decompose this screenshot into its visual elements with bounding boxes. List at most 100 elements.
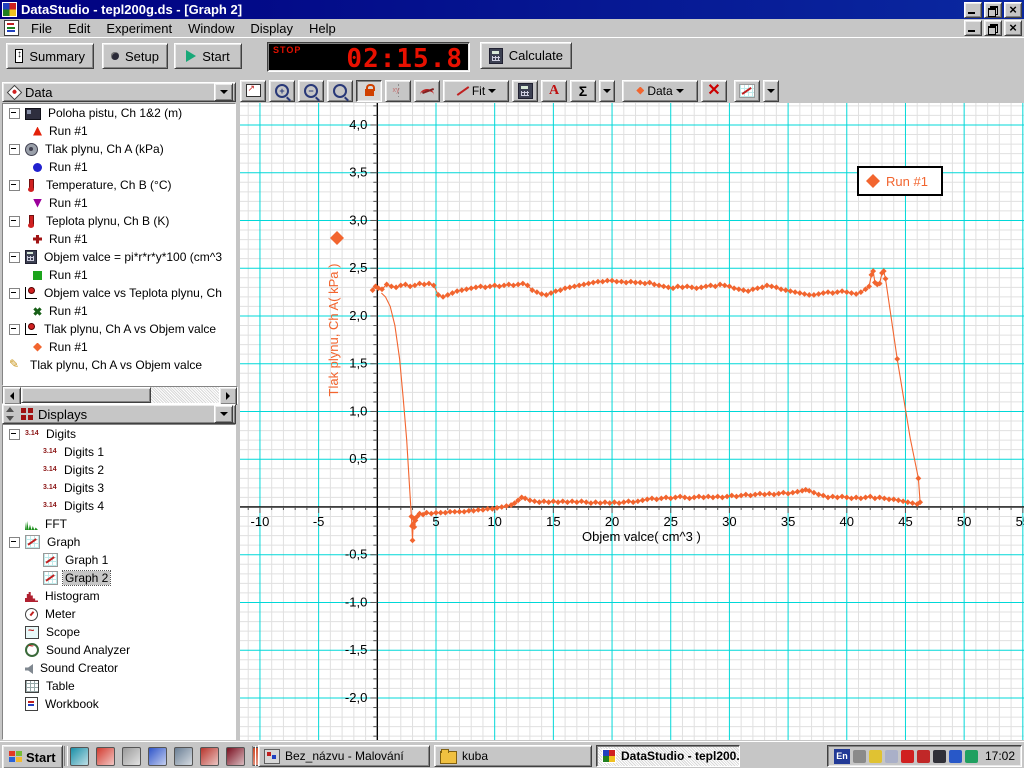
tree-item[interactable]: Histogram <box>3 587 235 605</box>
security-icon[interactable] <box>916 749 930 763</box>
data-panel-menu-button[interactable] <box>214 83 233 101</box>
volume-icon[interactable] <box>852 749 866 763</box>
summary-button[interactable]: Summary <box>6 43 94 69</box>
tree-item[interactable]: Digits <box>3 425 235 443</box>
task-button-folder[interactable]: kuba <box>434 745 592 767</box>
menu-item-edit[interactable]: Edit <box>60 19 98 38</box>
restore-button[interactable] <box>984 1 1002 18</box>
statistics-button[interactable]: Σ <box>570 79 596 102</box>
mdi-minimize-button[interactable] <box>964 20 982 36</box>
scale-to-fit-button[interactable] <box>240 79 266 102</box>
tree-item[interactable]: Digits 1 <box>3 443 235 461</box>
close-button[interactable] <box>1004 1 1022 18</box>
tree-item[interactable]: Graph 1 <box>3 551 235 569</box>
setup-button[interactable]: Setup <box>102 43 168 69</box>
data-panel-hscrollbar[interactable] <box>2 386 238 405</box>
start-menu-button[interactable]: Start <box>2 745 63 768</box>
start-button[interactable]: Start <box>174 43 242 69</box>
statistics-menu-button[interactable] <box>599 79 615 102</box>
opera-icon[interactable] <box>226 747 245 766</box>
ati-icon[interactable] <box>900 749 914 763</box>
expand-minus-icon[interactable] <box>9 107 20 119</box>
zoom-in-button[interactable]: + <box>269 79 295 102</box>
expand-minus-icon[interactable] <box>9 287 20 299</box>
text-annotation-button[interactable]: A <box>541 79 567 102</box>
tree-item[interactable]: Table <box>3 677 235 695</box>
expand-minus-icon[interactable] <box>9 428 20 440</box>
pen-icon[interactable] <box>148 747 167 766</box>
tree-item[interactable]: Workbook <box>3 695 235 713</box>
tree-item[interactable]: Run #1 <box>3 266 235 284</box>
delete-button[interactable]: ✕ <box>701 79 727 102</box>
data-panel-header[interactable]: Data <box>2 82 236 102</box>
expand-minus-icon[interactable] <box>9 179 20 191</box>
display-settings-icon[interactable] <box>868 749 882 763</box>
calculator-icon[interactable] <box>174 747 193 766</box>
fit-menu-button[interactable]: Fit <box>443 79 509 102</box>
tree-item[interactable]: Meter <box>3 605 235 623</box>
scheduler-icon[interactable] <box>884 749 898 763</box>
tree-item[interactable]: Scope <box>3 623 235 641</box>
menu-item-experiment[interactable]: Experiment <box>98 19 180 38</box>
smart-tool-button[interactable] <box>356 79 382 102</box>
slope-tool-button[interactable] <box>414 79 440 102</box>
scroll-left-button[interactable] <box>3 387 21 405</box>
legend[interactable]: Run #1 <box>857 166 943 196</box>
graph-plot-area[interactable]: -10 -5 5 10 15 20 25 30 35 40 45 50 55 -2,0 -1,5 -1,0 -0… <box>240 103 1024 741</box>
menu-item-help[interactable]: Help <box>301 19 344 38</box>
tree-item[interactable]: Run #1 <box>3 302 235 320</box>
graph-settings-button[interactable] <box>734 79 760 102</box>
menu-item-window[interactable]: Window <box>180 19 242 38</box>
tree-item[interactable]: Temperature, Ch B (°C) <box>3 176 235 194</box>
document-icon[interactable] <box>4 20 19 36</box>
tree-item[interactable]: Digits 2 <box>3 461 235 479</box>
scrollbar-thumb[interactable] <box>21 387 151 403</box>
bird-icon[interactable] <box>122 747 141 766</box>
tree-item[interactable]: Graph 2 <box>3 569 235 587</box>
dragon-icon[interactable] <box>200 747 219 766</box>
expand-minus-icon[interactable] <box>9 536 20 548</box>
xy-tool-button[interactable] <box>385 79 411 102</box>
tree-item[interactable]: Objem valce = pi*r*r*y*100 (cm^3 <box>3 248 235 266</box>
calculate-button[interactable]: Calculate <box>480 42 572 69</box>
tree-item[interactable]: Poloha pistu, Ch 1&2 (m) <box>3 104 235 122</box>
task-button-datastudio[interactable]: DataStudio - tepl200... <box>596 745 740 767</box>
zoom-select-button[interactable] <box>327 79 353 102</box>
tree-item[interactable]: Digits 4 <box>3 497 235 515</box>
tree-item[interactable]: Teplota plynu, Ch B (K) <box>3 212 235 230</box>
tree-item[interactable]: Digits 3 <box>3 479 235 497</box>
graph-settings-menu-button[interactable] <box>763 79 779 102</box>
desktop-icon[interactable] <box>70 747 89 766</box>
tree-item[interactable]: Run #1 <box>3 158 235 176</box>
displays-panel-menu-button[interactable] <box>214 405 233 423</box>
mdi-close-button[interactable] <box>1004 20 1022 36</box>
language-indicator[interactable]: En <box>833 748 850 764</box>
power-icon[interactable] <box>932 749 946 763</box>
tree-item[interactable]: Sound Creator <box>3 659 235 677</box>
tree-item[interactable]: Objem valce vs Teplota plynu, Ch <box>3 284 235 302</box>
tree-item[interactable]: Tlak plynu, Ch A (kPa) <box>3 140 235 158</box>
tree-item[interactable]: Run #1 <box>3 338 235 356</box>
expand-minus-icon[interactable] <box>9 251 20 263</box>
task-button-paint[interactable]: Bez_názvu - Malování <box>258 745 430 767</box>
tree-item[interactable]: Run #1 <box>3 122 235 140</box>
tree-item[interactable]: Tlak plynu, Ch A vs Objem valce <box>3 356 235 374</box>
menu-item-display[interactable]: Display <box>242 19 301 38</box>
title-bar[interactable]: DataStudio - tepl200g.ds - [Graph 2] <box>0 0 1024 19</box>
acrobat-icon[interactable] <box>96 747 115 766</box>
zoom-out-button[interactable]: − <box>298 79 324 102</box>
expand-minus-icon[interactable] <box>9 323 20 335</box>
mdi-restore-button[interactable] <box>984 20 1002 36</box>
tablet-icon[interactable] <box>964 749 978 763</box>
menu-item-file[interactable]: File <box>23 19 60 38</box>
data-menu-button[interactable]: Data <box>622 79 698 102</box>
displays-panel-header[interactable]: Displays <box>2 404 236 424</box>
calculate-tool-button[interactable] <box>512 79 538 102</box>
expand-minus-icon[interactable] <box>9 143 20 155</box>
expand-minus-icon[interactable] <box>9 215 20 227</box>
tree-item[interactable]: FFT <box>3 515 235 533</box>
scroll-right-button[interactable] <box>219 387 237 405</box>
tree-item[interactable]: Sound Analyzer <box>3 641 235 659</box>
tree-item[interactable]: Tlak plynu, Ch A vs Objem valce <box>3 320 235 338</box>
tree-item[interactable]: Run #1 <box>3 230 235 248</box>
